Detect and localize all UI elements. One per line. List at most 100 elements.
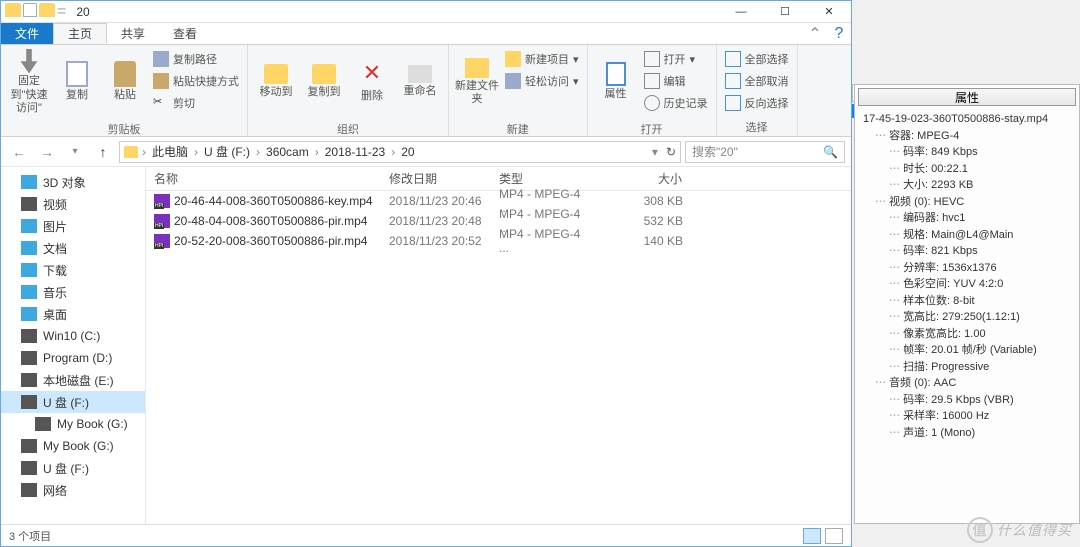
property-line[interactable]: ⋯ 声道: 1 (Mono) [859,425,1075,442]
property-line[interactable]: ⋯ 视频 (0): HEVC [859,194,1075,211]
tab-view[interactable]: 查看 [159,23,211,44]
nav-item[interactable]: Win10 (C:) [1,325,145,347]
easy-access-button[interactable]: 轻松访问 ▾ [503,71,581,91]
crumb[interactable]: U 盘 (F:) [202,143,252,160]
rename-button[interactable]: 重命名 [398,49,442,115]
nav-item[interactable]: 图片 [1,215,145,237]
view-large-icons-icon[interactable] [825,528,843,544]
property-line[interactable]: ⋯ 宽高比: 279:250(1.12:1) [859,309,1075,326]
nav-item-label: 音乐 [43,284,67,301]
file-size: 308 KB [601,194,691,208]
properties-button[interactable]: 属性 [594,49,638,115]
view-details-icon[interactable] [803,528,821,544]
nav-item[interactable]: 本地磁盘 (E:) [1,369,145,391]
nav-item-label: My Book (G:) [57,417,128,431]
maximize-button[interactable]: ☐ [763,1,807,23]
property-line[interactable]: ⋯ 规格: Main@L4@Main [859,227,1075,244]
property-line[interactable]: ⋯ 采样率: 16000 Hz [859,408,1075,425]
property-line[interactable]: ⋯ 分辨率: 1536x1376 [859,260,1075,277]
navigation-pane[interactable]: 3D 对象视频图片文档下载音乐桌面Win10 (C:)Program (D:)本… [1,167,146,524]
nav-item[interactable]: My Book (G:) [1,435,145,457]
qat-icon[interactable] [23,3,37,17]
nav-forward-button[interactable]: → [35,140,59,164]
nav-recent-button[interactable]: ▾ [63,140,87,164]
delete-button[interactable]: ✕删除 [350,49,394,115]
ribbon-expand-icon[interactable]: ⌃ [803,23,827,44]
property-line[interactable]: ⋯ 码率: 29.5 Kbps (VBR) [859,392,1075,409]
address-box[interactable]: › 此电脑› U 盘 (F:)› 360cam› 2018-11-23› 20 … [119,141,681,163]
column-name[interactable]: 名称 [146,167,381,190]
file-size: 532 KB [601,214,691,228]
property-line[interactable]: ⋯ 帧率: 20.01 帧/秒 (Variable) [859,342,1075,359]
paste-shortcut-button[interactable]: 粘贴快捷方式 [151,71,241,91]
nav-item[interactable]: 网络 [1,479,145,501]
titlebar: = 20 — ☐ ✕ [1,1,851,23]
property-line[interactable]: ⋯ 音频 (0): AAC [859,375,1075,392]
select-all-button[interactable]: 全部选择 [723,49,791,69]
select-none-button[interactable]: 全部取消 [723,71,791,91]
nav-item[interactable]: 文档 [1,237,145,259]
nav-item[interactable]: 桌面 [1,303,145,325]
history-button[interactable]: 历史记录 [642,93,710,113]
property-line[interactable]: ⋯ 色彩空间: YUV 4:2:0 [859,276,1075,293]
tab-share[interactable]: 共享 [107,23,159,44]
new-item-button[interactable]: 新建项目 ▾ [503,49,581,69]
file-date: 2018/11/23 20:46 [381,194,491,208]
property-line[interactable]: ⋯ 扫描: Progressive [859,359,1075,376]
nav-item[interactable]: 音乐 [1,281,145,303]
nav-item[interactable]: Program (D:) [1,347,145,369]
column-size[interactable]: 大小 [601,167,691,190]
property-line[interactable]: ⋯ 码率: 821 Kbps [859,243,1075,260]
tab-home[interactable]: 主页 [53,23,107,44]
pin-quick-access-button[interactable]: 固定到"快速访问" [7,49,51,115]
nav-up-button[interactable]: ↑ [91,140,115,164]
nav-item[interactable]: 下载 [1,259,145,281]
search-input[interactable]: 搜索"20" 🔍 [685,141,845,163]
nav-item-label: U 盘 (F:) [43,394,89,411]
property-line[interactable]: ⋯ 时长: 00:22.1 [859,161,1075,178]
cut-button[interactable]: ✂剪切 [151,93,241,113]
crumb[interactable]: 2018-11-23 [323,145,388,159]
file-row[interactable]: 20-52-20-008-360T0500886-pir.mp42018/11/… [146,231,851,251]
property-line[interactable]: ⋯ 容器: MPEG-4 [859,128,1075,145]
properties-filename[interactable]: 17-45-19-023-360T0500886-stay.mp4 [859,111,1075,128]
nav-item-icon [21,175,37,189]
copy-button[interactable]: 复制 [55,49,99,115]
nav-item[interactable]: U 盘 (F:) [1,457,145,479]
ribbon-label-organize: 组织 [248,119,448,139]
close-button[interactable]: ✕ [807,1,851,23]
watermark-logo-icon: 值 [967,517,993,543]
properties-header: 属性 [858,88,1076,106]
edit-button[interactable]: 编辑 [642,71,710,91]
nav-item[interactable]: My Book (G:) [1,413,145,435]
nav-item-icon [21,351,37,365]
file-list[interactable]: 20-46-44-008-360T0500886-key.mp42018/11/… [146,191,851,524]
property-line[interactable]: ⋯ 像素宽高比: 1.00 [859,326,1075,343]
help-icon[interactable]: ? [827,23,851,44]
nav-back-button[interactable]: ← [7,140,31,164]
property-line[interactable]: ⋯ 大小: 2293 KB [859,177,1075,194]
property-line[interactable]: ⋯ 样本位数: 8-bit [859,293,1075,310]
nav-item[interactable]: 视频 [1,193,145,215]
property-line[interactable]: ⋯ 码率: 849 Kbps [859,144,1075,161]
move-to-button[interactable]: 移动到 [254,49,298,115]
new-folder-button[interactable]: 新建文件夹 [455,49,499,115]
paste-button[interactable]: 粘贴 [103,49,147,115]
nav-item[interactable]: U 盘 (F:) [1,391,145,413]
crumb[interactable]: 此电脑 [150,143,190,160]
qat-folder-icon[interactable] [39,3,55,17]
minimize-button[interactable]: — [719,1,763,23]
open-button[interactable]: 打开 ▾ [642,49,710,69]
address-dropdown-icon[interactable]: ▾ [652,145,658,159]
file-menu[interactable]: 文件 [1,23,53,44]
nav-item[interactable]: 3D 对象 [1,171,145,193]
invert-selection-button[interactable]: 反向选择 [723,93,791,113]
crumb[interactable]: 360cam [264,145,311,159]
refresh-icon[interactable]: ↻ [666,145,676,159]
copy-to-button[interactable]: 复制到 [302,49,346,115]
property-line[interactable]: ⋯ 编码器: hvc1 [859,210,1075,227]
crumb[interactable]: 20 [399,145,416,159]
column-date[interactable]: 修改日期 [381,167,491,190]
copy-path-button[interactable]: 复制路径 [151,49,241,69]
file-size: 140 KB [601,234,691,248]
